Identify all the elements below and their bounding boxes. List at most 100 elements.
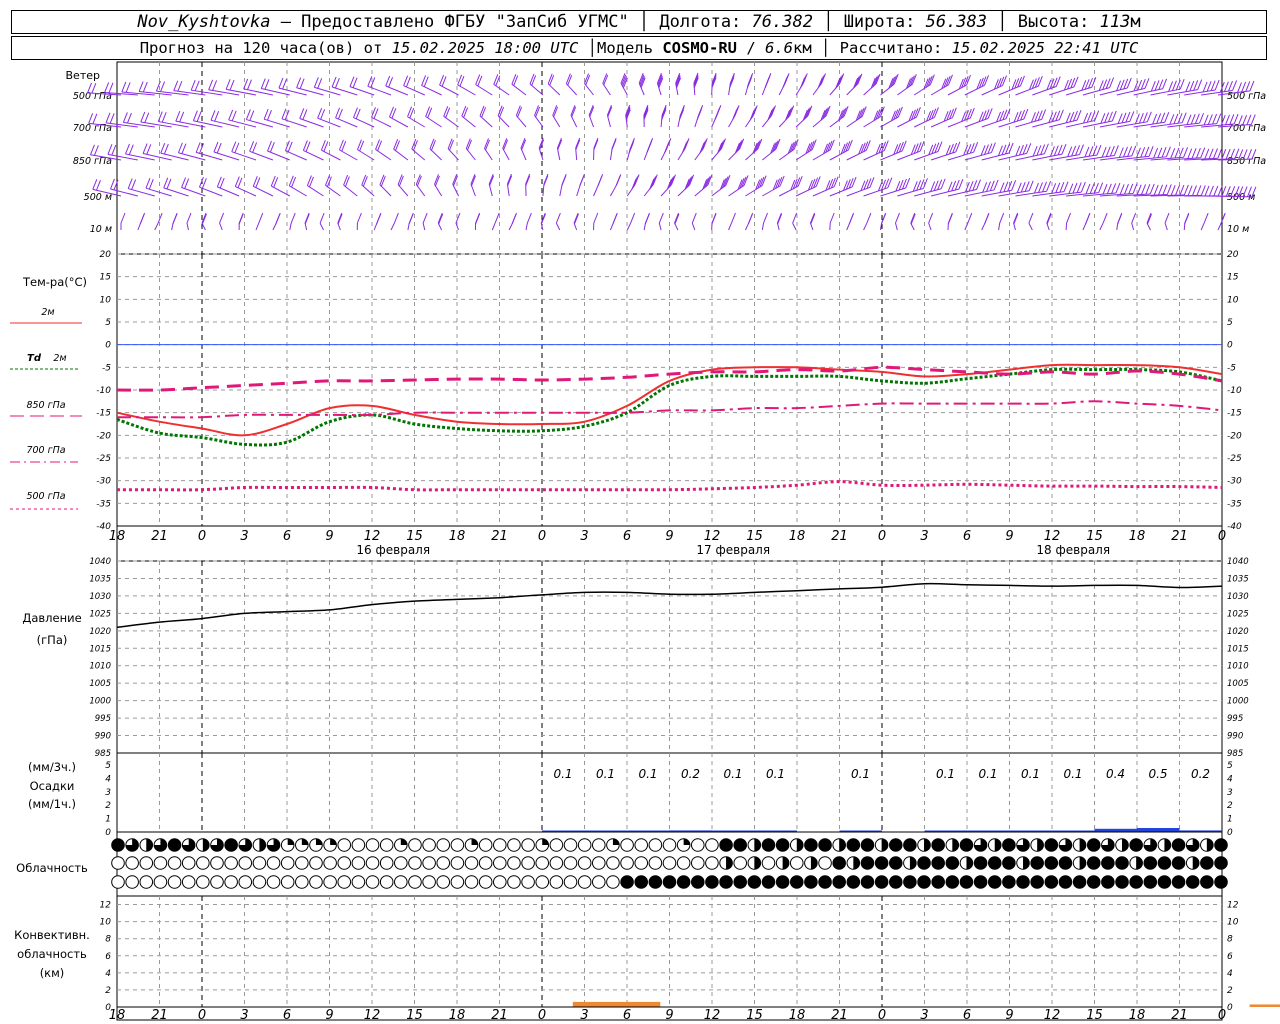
- wind-barb-feather: [299, 78, 305, 89]
- legend-500-label: 500 гПа: [26, 491, 65, 502]
- wind-barb: [778, 105, 795, 128]
- wind-barb-shaft: [575, 148, 578, 161]
- wind-barb-feather: [1184, 213, 1190, 225]
- cloud-symbol-ring: [493, 875, 507, 889]
- x-hour-label-bottom: 6: [623, 1008, 631, 1023]
- wind-barb-shaft: [964, 222, 969, 231]
- wind-barb: [479, 105, 493, 128]
- wind-barb-shaft: [863, 222, 868, 231]
- cloud-symbol-fill: [847, 838, 860, 852]
- cloud-symbol-ring: [167, 875, 182, 889]
- wind-barb-feather: [615, 175, 621, 187]
- wind-barb-shaft: [602, 83, 611, 96]
- cloud-symbol: [111, 875, 125, 889]
- wind-barb-feather: [1150, 81, 1156, 92]
- wind-barb-feather: [732, 109, 738, 121]
- cloud-symbol-fill: [1045, 838, 1058, 852]
- cloud-symbol: [606, 875, 620, 889]
- wind-barb-shaft: [407, 116, 426, 128]
- wind-barb-feather: [1067, 146, 1073, 157]
- wind-barb: [379, 174, 392, 197]
- wind-barb-feather: [1171, 80, 1177, 91]
- wind-barb-feather: [1086, 112, 1092, 123]
- wind-barb-feather: [131, 179, 137, 190]
- calc-time: 15.02.2025 22:41 UTC: [951, 39, 1139, 57]
- model-label: Модель: [596, 39, 653, 57]
- wind-barb: [245, 109, 274, 128]
- cloud-symbol: [464, 838, 479, 852]
- cloud-symbol: [945, 875, 960, 889]
- wind-barb-feather: [275, 213, 281, 225]
- cloud-symbol: [450, 856, 465, 870]
- cloud-symbol: [705, 838, 719, 852]
- wind-barb-shaft: [776, 222, 780, 231]
- wind-barb-shaft: [728, 148, 741, 161]
- wind-barb-shaft: [570, 115, 578, 128]
- wind-barb-shaft: [520, 148, 527, 161]
- wind-barb-shaft: [255, 222, 260, 231]
- wind-barb: [529, 73, 544, 96]
- wind-barb-shaft: [626, 222, 632, 231]
- cloud-symbol: [690, 856, 705, 870]
- wind-barb: [863, 73, 881, 96]
- cloud-symbol-ring: [450, 856, 465, 870]
- wind-barb: [897, 74, 917, 96]
- wind-barb-feather: [928, 212, 934, 224]
- wind-barb: [711, 72, 717, 96]
- lat-value: 56.383: [925, 12, 988, 32]
- wind-barb-feather: [1195, 147, 1201, 159]
- wind-barb-feather: [1200, 147, 1206, 158]
- wind-barb-shaft: [493, 83, 510, 96]
- pressure-tick-left: 1010: [89, 662, 111, 672]
- cloud-symbol-fill: [889, 856, 903, 870]
- cloud-symbol-fill: [202, 838, 210, 852]
- x-hour-label-bottom: 9: [1005, 1008, 1013, 1023]
- pressure-tick-right: 1005: [1227, 679, 1249, 689]
- cloud-symbol-ring: [478, 875, 493, 889]
- wind-barb-feather: [1232, 80, 1238, 91]
- cloud-symbol: [196, 838, 210, 852]
- cloud-symbol-ring: [577, 838, 592, 852]
- wind-barb-feather: [177, 81, 183, 92]
- cloud-symbol-fill: [1037, 838, 1044, 852]
- wind-barb-feather: [915, 106, 921, 118]
- cloud-symbol-ring: [634, 856, 649, 870]
- cloud-symbol: [1115, 856, 1129, 870]
- cloud-symbol-fill: [287, 838, 294, 845]
- wind-barb-feather: [96, 180, 101, 191]
- wind-barb: [660, 174, 676, 197]
- wind-barb: [1015, 76, 1043, 96]
- wind-barb: [846, 106, 867, 128]
- wind-barb-feather: [575, 137, 581, 149]
- wind-barb-feather: [731, 212, 736, 224]
- cloud-symbol: [690, 838, 705, 852]
- wind-barb: [656, 72, 664, 96]
- cloud-symbol: [1200, 875, 1214, 889]
- conv-bar: [572, 1001, 661, 1007]
- cloud-symbol: [549, 856, 564, 870]
- wind-barb: [249, 141, 274, 161]
- cloud-symbol: [676, 856, 691, 870]
- wind-barb-feather: [126, 112, 132, 124]
- wind-barb: [470, 174, 476, 197]
- cloud-symbol: [973, 875, 988, 889]
- pressure-tick-left: 1015: [89, 644, 111, 654]
- wind-barb-feather: [1096, 144, 1102, 156]
- wind-barb-feather: [1132, 183, 1138, 194]
- cloud-symbol-fill: [776, 875, 789, 889]
- wind-barb: [353, 107, 375, 128]
- wind-barb-shaft: [555, 222, 561, 231]
- cloud-symbol: [1016, 838, 1030, 852]
- cloud-symbol: [1171, 838, 1186, 852]
- cloud-symbol: [620, 838, 634, 852]
- wind-barb-feather: [674, 213, 680, 225]
- cloud-symbol-ring: [210, 856, 224, 870]
- cloud-symbol-ring: [238, 875, 253, 889]
- wind-barb-feather: [186, 212, 192, 224]
- lat-label: Широта:: [843, 12, 916, 32]
- wind-barb: [778, 73, 790, 96]
- cloud-symbol: [478, 838, 493, 852]
- cloud-symbol-ring: [521, 875, 535, 889]
- temp-tick-left: -5: [102, 363, 111, 373]
- wind-barb-feather: [267, 140, 272, 152]
